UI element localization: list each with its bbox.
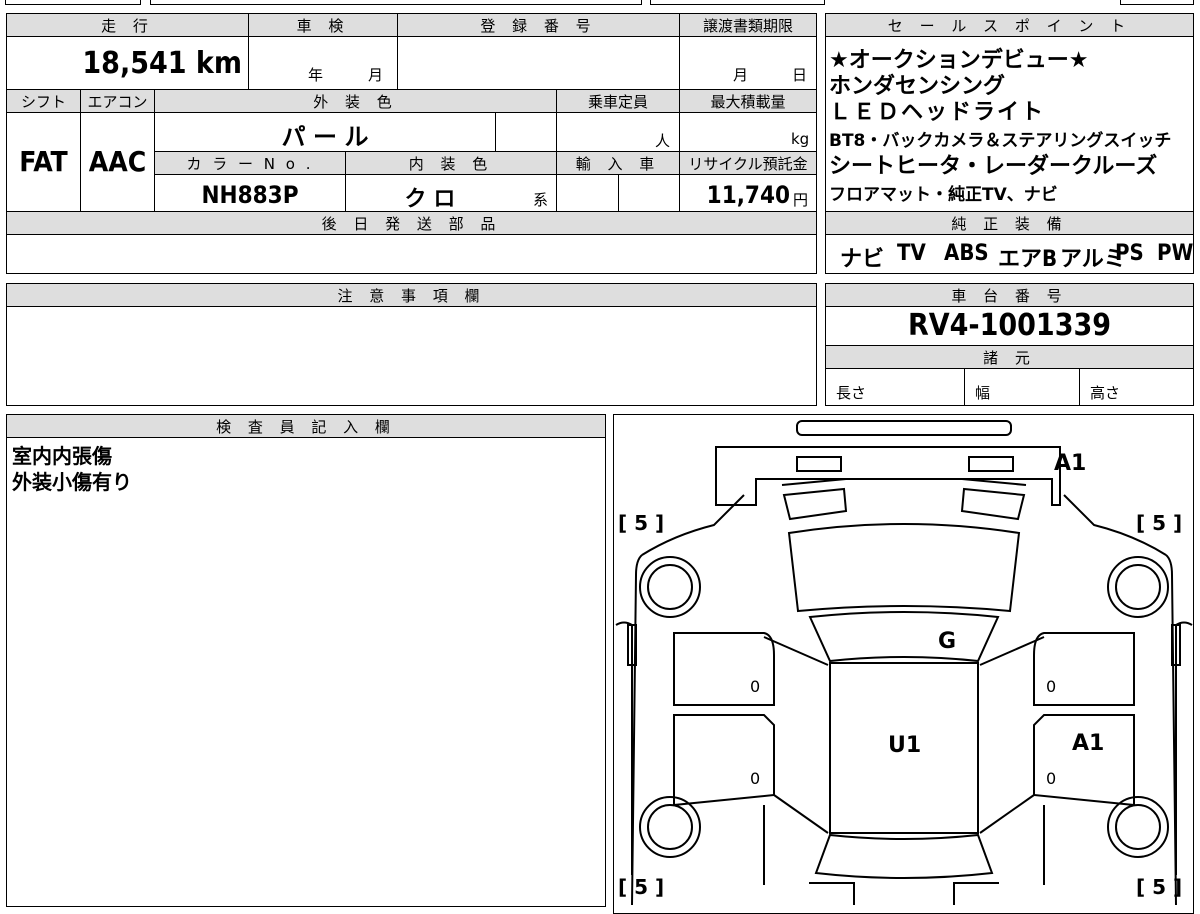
equipment-item: エアB xyxy=(998,247,1058,272)
inspector-header: 検 査 員 記 入 欄 xyxy=(6,414,606,438)
transfer-header: 譲渡書類期限 xyxy=(679,13,817,37)
equipment-item: PW xyxy=(1157,241,1194,266)
equipment-item: ABS xyxy=(944,241,989,266)
registration-header: 登 録 番 号 xyxy=(397,13,680,37)
inspection-header: 車 検 xyxy=(248,13,398,37)
door-mark: 0 xyxy=(750,769,761,788)
later-parts-header: 後 日 発 送 部 品 xyxy=(6,211,817,235)
inspector-note: 外装小傷有り xyxy=(12,470,132,494)
inspector-note: 室内内張傷 xyxy=(12,444,112,468)
chassis-number: RV4-1001339 xyxy=(907,308,1112,343)
damage-mark-windshield: G xyxy=(938,629,957,654)
car-damage-diagram: A1 G U1 A1 0 0 0 0 [ 5 ] [ 5 ] [ 5 ] [ 5… xyxy=(613,414,1194,914)
spec-height-label: 高さ xyxy=(1090,384,1121,402)
transfer-month: 月 xyxy=(733,66,749,84)
ac-value: AAC xyxy=(88,145,147,178)
recycle-value: 11,740 xyxy=(706,181,790,209)
sales-points-header: セ ー ル ス ポ イ ン ト xyxy=(825,13,1194,37)
interior-value: ク ロ xyxy=(404,187,456,212)
capacity-header: 乗車定員 xyxy=(556,89,680,113)
tire-tread-rear-right: [ 5 ] xyxy=(1136,875,1183,899)
registration-value xyxy=(397,36,680,90)
damage-mark-roof: U1 xyxy=(888,733,922,758)
specs-header: 諸 元 xyxy=(825,345,1194,369)
notes-body xyxy=(6,306,817,406)
shift-header: シフト xyxy=(6,89,81,113)
equipment-header: 純 正 装 備 xyxy=(825,211,1194,235)
chassis-header: 車 台 番 号 xyxy=(825,283,1194,307)
exterior-value: パ ー ル xyxy=(281,123,369,151)
later-parts-value xyxy=(6,234,817,274)
sales-point-line: ＬＥＤヘッドライト xyxy=(829,100,1046,125)
door-mark: 0 xyxy=(1046,769,1057,788)
exterior-header: 外 装 色 xyxy=(154,89,557,113)
maxload-header: 最大積載量 xyxy=(679,89,817,113)
sales-point-line: ホンダセンシング xyxy=(829,74,1006,99)
interior-suffix: 系 xyxy=(533,191,549,209)
import-header: 輸 入 車 xyxy=(556,151,680,175)
inspection-year: 年 xyxy=(308,66,324,84)
maxload-unit: kg xyxy=(791,130,810,148)
damage-mark-right-door: A1 xyxy=(1072,731,1105,756)
tire-tread-front-right: [ 5 ] xyxy=(1136,511,1183,535)
transfer-day: 日 xyxy=(792,66,808,84)
inspection-month: 月 xyxy=(368,66,384,84)
mileage-value: 18,541 km xyxy=(82,46,242,81)
shift-value: FAT xyxy=(19,145,68,178)
equipment-item: PS xyxy=(1115,241,1144,266)
car-outline-drawing xyxy=(615,420,1193,905)
door-mark: 0 xyxy=(750,677,761,696)
spec-width-label: 幅 xyxy=(975,384,991,402)
notes-header: 注 意 事 項 欄 xyxy=(6,283,817,307)
spec-length-label: 長さ xyxy=(836,384,867,402)
colorno-value: NH883P xyxy=(201,181,299,209)
damage-mark-front: A1 xyxy=(1054,451,1087,476)
sales-point-line: ★オークションデビュー★ xyxy=(829,48,1089,73)
sales-point-line: BT8・バックカメラ＆ステアリングスイッチ xyxy=(829,131,1172,151)
colorno-header: カ ラ ー N o . xyxy=(154,151,346,175)
equipment-item: TV xyxy=(897,241,926,266)
recycle-unit: 円 xyxy=(793,191,809,209)
recycle-header: リサイクル預託金 xyxy=(679,151,817,175)
capacity-unit: 人 xyxy=(655,132,671,150)
tire-tread-front-left: [ 5 ] xyxy=(618,511,665,535)
door-mark: 0 xyxy=(1046,677,1057,696)
equipment-item: ナビ xyxy=(840,247,885,272)
tire-tread-rear-left: [ 5 ] xyxy=(618,875,665,899)
mileage-header: 走 行 xyxy=(6,13,249,37)
sales-point-line: フロアマット・純正TV、ナビ xyxy=(829,185,1058,205)
sales-point-line: シートヒータ・レーダークルーズ xyxy=(829,154,1158,179)
ac-header: エアコン xyxy=(80,89,155,113)
interior-header: 内 装 色 xyxy=(345,151,557,175)
